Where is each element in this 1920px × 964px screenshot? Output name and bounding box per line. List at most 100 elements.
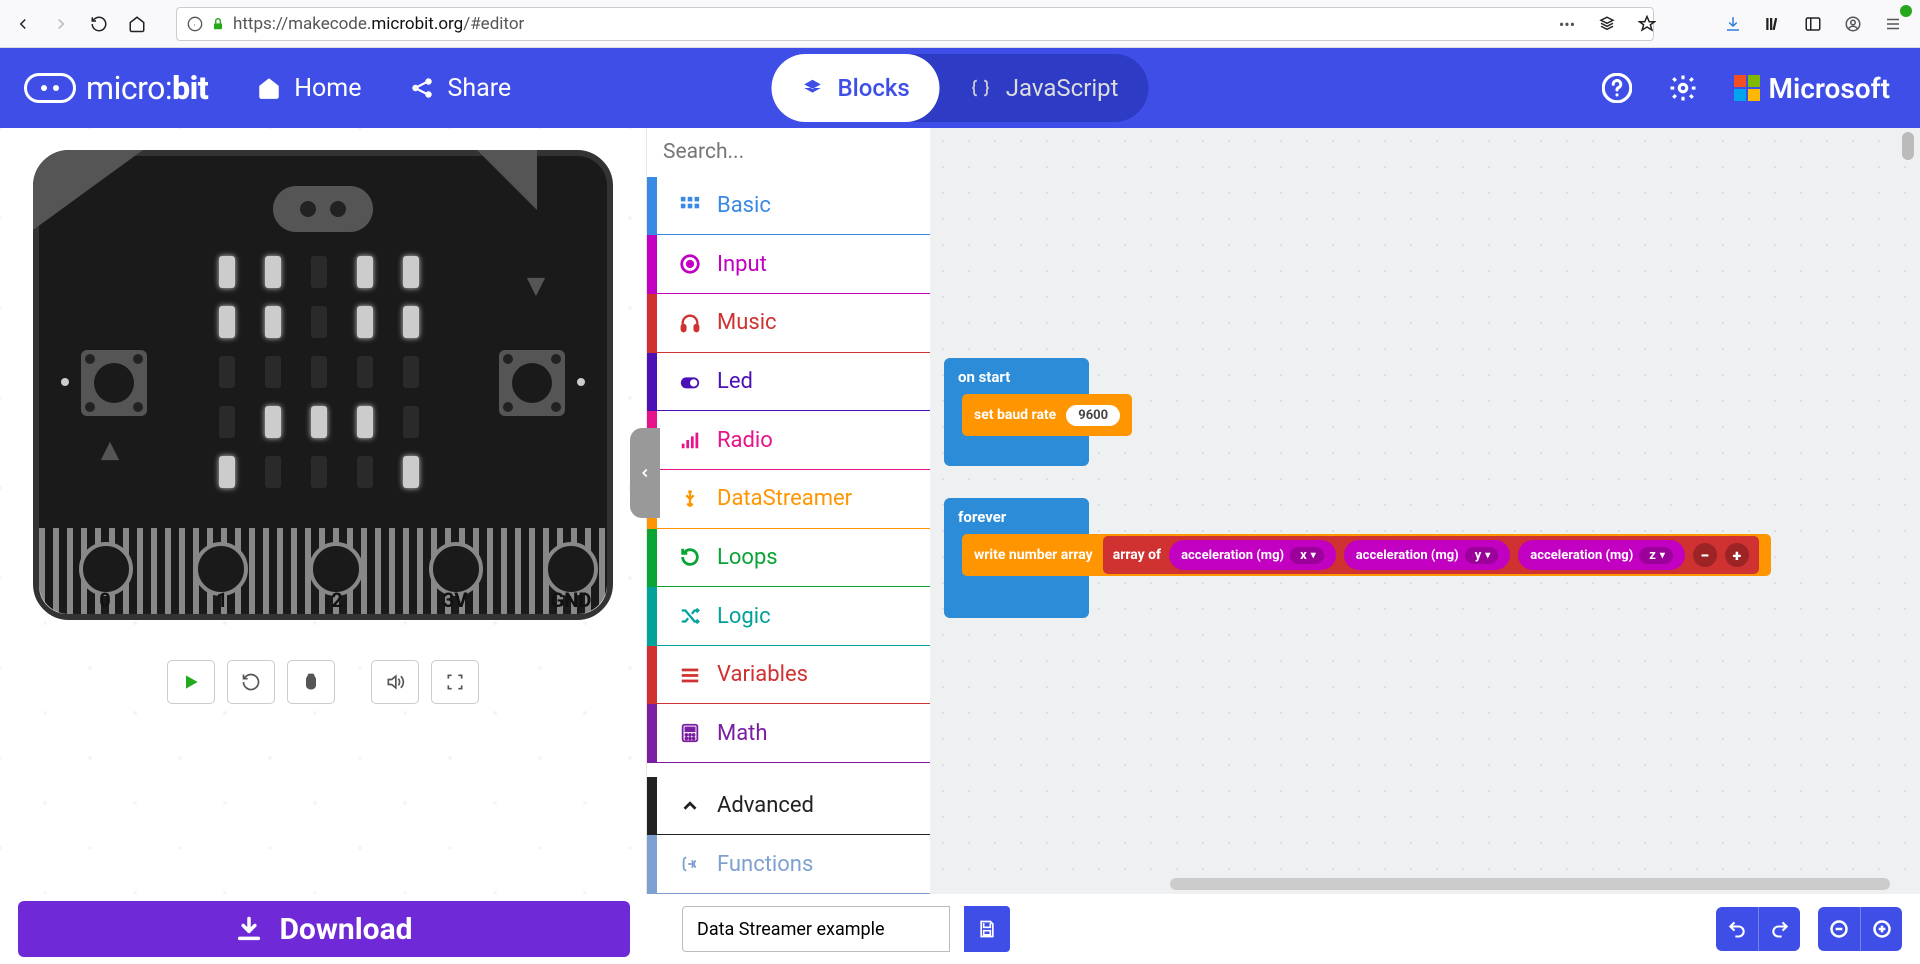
grid-icon	[679, 195, 701, 217]
share-icon	[409, 75, 435, 101]
pin-label-1: 1	[192, 588, 252, 612]
toolbox: Basic Input Music Led Radio DataStreamer…	[646, 128, 930, 894]
cat-input[interactable]: Input	[647, 235, 930, 294]
axis-dropdown-y[interactable]: y	[1465, 547, 1499, 564]
home-button[interactable]	[120, 7, 154, 41]
blocks-icon	[801, 77, 823, 99]
project-name-input[interactable]: Data Streamer example	[682, 906, 950, 952]
url-bar[interactable]: https://makecode.microbit.org/#editor	[176, 7, 1654, 41]
blocks-tab[interactable]: Blocks	[771, 54, 939, 122]
calculator-icon	[679, 722, 701, 744]
reload-button[interactable]	[82, 7, 116, 41]
app-header: micro:bit Home Share Blocks JavaScript M…	[0, 48, 1920, 128]
help-icon[interactable]	[1602, 73, 1632, 103]
cat-loops[interactable]: Loops	[647, 529, 930, 588]
sidebar-icon[interactable]	[1796, 7, 1830, 41]
cat-music[interactable]: Music	[647, 294, 930, 353]
redo-button[interactable]	[1758, 907, 1800, 951]
block-forever[interactable]: forever write number array array of acce…	[944, 498, 1089, 618]
logo[interactable]: micro:bit	[0, 69, 208, 107]
zoom-in-button[interactable]	[1860, 907, 1902, 951]
block-acceleration-x[interactable]: acceleration (mg)x	[1169, 540, 1336, 570]
array-remove-button[interactable]: −	[1693, 543, 1717, 567]
url-text: https://makecode.microbit.org/#editor	[233, 14, 524, 34]
zoom-out-button[interactable]	[1818, 907, 1860, 951]
cat-advanced[interactable]: Advanced	[647, 777, 930, 836]
shuffle-icon	[679, 605, 701, 627]
settings-icon[interactable]	[1668, 73, 1698, 103]
downloads-icon[interactable]	[1716, 7, 1750, 41]
menu-icon[interactable]	[1876, 7, 1910, 41]
microbit-simulator[interactable]: 0 1 2 3V GND	[33, 150, 613, 620]
share-link[interactable]: Share	[409, 74, 511, 103]
list-icon	[679, 664, 701, 686]
javascript-tab[interactable]: JavaScript	[940, 54, 1149, 122]
microbit-button-a[interactable]	[81, 350, 147, 416]
workspace[interactable]: on start set baud rate 9600 forever writ…	[930, 128, 1920, 894]
chevron-left-icon	[638, 466, 652, 480]
save-button[interactable]	[964, 906, 1010, 952]
label-b-icon	[525, 276, 547, 298]
library-icon[interactable]	[1756, 7, 1790, 41]
page-actions-icon[interactable]: •••	[1550, 7, 1584, 41]
sim-mute-button[interactable]	[371, 660, 419, 704]
pin-label-0: 0	[75, 588, 135, 612]
workspace-hscroll[interactable]	[1170, 878, 1890, 890]
back-button[interactable]	[6, 7, 40, 41]
block-acceleration-y[interactable]: acceleration (mg)y	[1344, 540, 1511, 570]
cat-basic[interactable]: Basic	[647, 177, 930, 236]
download-button[interactable]: Download	[18, 901, 630, 957]
loop-icon	[679, 546, 701, 568]
sim-debug-button[interactable]	[287, 660, 335, 704]
cat-datastreamer[interactable]: DataStreamer	[647, 470, 930, 529]
cat-led[interactable]: Led	[647, 353, 930, 412]
cat-functions[interactable]: Functions	[647, 835, 930, 894]
array-add-button[interactable]: +	[1725, 543, 1749, 567]
sim-play-button[interactable]	[167, 660, 215, 704]
target-icon	[679, 253, 701, 275]
led-matrix	[219, 256, 419, 488]
bottom-bar: Download Data Streamer example	[0, 894, 1920, 964]
editor-toggle: Blocks JavaScript	[771, 54, 1148, 122]
headphones-icon	[679, 312, 701, 334]
bookmark-icon[interactable]	[1630, 7, 1664, 41]
pin-label-gnd: GND	[541, 588, 601, 612]
pin-label-2: 2	[307, 588, 367, 612]
cat-variables[interactable]: Variables	[647, 646, 930, 705]
home-link[interactable]: Home	[256, 74, 361, 103]
label-a-icon	[99, 440, 121, 462]
cat-radio[interactable]: Radio	[647, 411, 930, 470]
block-on-start[interactable]: on start set baud rate 9600	[944, 358, 1089, 466]
sim-restart-button[interactable]	[227, 660, 275, 704]
simulator-panel: 0 1 2 3V GND	[0, 128, 646, 894]
signal-icon	[679, 429, 701, 451]
sim-fullscreen-button[interactable]	[431, 660, 479, 704]
toolbox-search[interactable]	[647, 128, 930, 177]
block-set-baud-rate[interactable]: set baud rate 9600	[962, 394, 1132, 436]
block-array-of[interactable]: array of acceleration (mg)x acceleration…	[1103, 536, 1759, 574]
search-input[interactable]	[663, 140, 931, 164]
axis-dropdown-x[interactable]: x	[1290, 547, 1324, 564]
cat-math[interactable]: Math	[647, 704, 930, 763]
braces-icon	[970, 77, 992, 99]
save-icon	[977, 919, 997, 939]
block-acceleration-z[interactable]: acceleration (mg)z	[1518, 540, 1685, 570]
usb-icon	[679, 488, 701, 510]
toggle-icon	[679, 371, 701, 393]
lock-icon	[211, 17, 225, 31]
baud-value[interactable]: 9600	[1066, 405, 1120, 426]
account-icon[interactable]	[1836, 7, 1870, 41]
block-write-number-array[interactable]: write number array array of acceleration…	[962, 534, 1771, 576]
pin-label-3v: 3V	[425, 588, 485, 612]
undo-button[interactable]	[1716, 907, 1758, 951]
chevron-up-icon	[679, 795, 701, 817]
cat-logic[interactable]: Logic	[647, 587, 930, 646]
microbit-button-b[interactable]	[499, 350, 565, 416]
workspace-vscroll[interactable]	[1898, 128, 1918, 894]
reader-icon[interactable]	[1590, 7, 1624, 41]
collapse-simulator-handle[interactable]	[630, 428, 660, 518]
fx-icon	[679, 853, 701, 875]
forward-button[interactable]	[44, 7, 78, 41]
axis-dropdown-z[interactable]: z	[1639, 547, 1673, 564]
microsoft-logo[interactable]: Microsoft	[1734, 72, 1890, 105]
